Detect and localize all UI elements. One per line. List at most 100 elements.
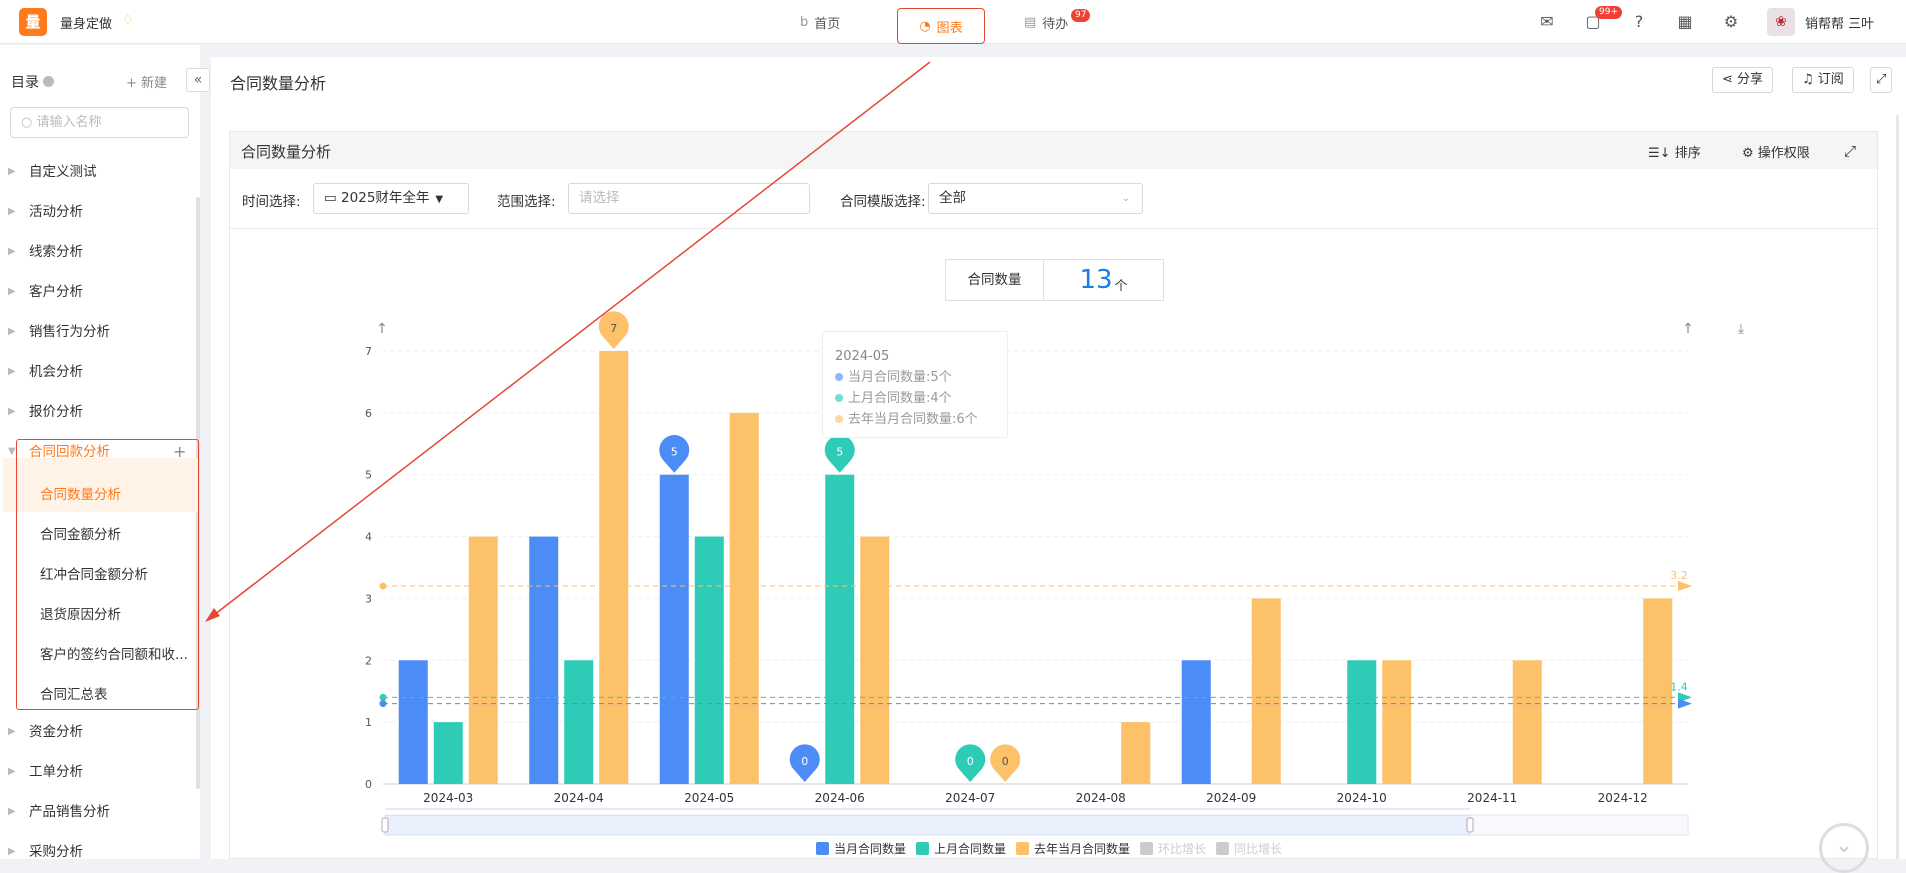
diamond-icon: ♢ (122, 13, 134, 28)
gear-icon: ⚙ (1742, 146, 1758, 161)
chevron-right-icon: ▶ (8, 846, 16, 857)
sidebar-item[interactable]: ▶ 报价分析 (0, 393, 198, 431)
legend-swatch (916, 842, 930, 855)
help-icon[interactable]: ? (1629, 12, 1649, 32)
kpi-value-box: 13 个 (1044, 260, 1163, 300)
tooltip-dot (835, 394, 843, 402)
tooltip-row-last-year: 去年当月合同数量:6个 (848, 412, 978, 427)
sidebar-item-label: 工单分析 (29, 764, 83, 780)
sidebar-item[interactable]: ▶ 资金分析 (0, 713, 198, 751)
legend-label: 去年当月合同数量 (1034, 842, 1131, 856)
nav-todo[interactable]: ▤ 待办 (1024, 0, 1068, 44)
legend-item-last-year[interactable]: 去年当月合同数量 (1016, 840, 1130, 857)
share-label: 分享 (1737, 72, 1764, 87)
permission-label: 操作权限 (1757, 146, 1810, 161)
todo-badge: 97 (1071, 9, 1091, 22)
chevron-right-icon: ▶ (8, 406, 16, 417)
kpi-label: 合同数量 (946, 260, 1044, 300)
range-placeholder: 请选择 (579, 190, 620, 206)
collapse-sidebar-button[interactable]: « (186, 68, 210, 92)
tooltip-row: 上月合同数量:4个 (835, 388, 1007, 409)
sidebar-item[interactable]: ▶ 工单分析 (0, 753, 198, 791)
sort-label: 排序 (1674, 146, 1701, 161)
calendar-icon: ▤ (1024, 14, 1037, 30)
chevron-down-icon: ▼ (435, 194, 444, 205)
apps-grid-icon[interactable]: ▦ (1675, 12, 1695, 32)
subscribe-button[interactable]: ♫ 订阅 (1792, 67, 1854, 93)
tooltip-row: 去年当月合同数量:6个 (835, 409, 1007, 430)
chevron-right-icon: ▶ (8, 286, 16, 297)
panel-header (230, 132, 1877, 169)
tooltip-row-last-month: 上月合同数量:4个 (848, 391, 952, 406)
sidebar-item[interactable]: ▶ 客户分析 (0, 273, 198, 311)
nav-home[interactable]: b 首页 (800, 0, 840, 44)
kpi-unit: 个 (1114, 278, 1128, 294)
legend-item-last-month[interactable]: 上月合同数量 (916, 840, 1006, 857)
tooltip-row: 当月合同数量:5个 (835, 367, 1007, 388)
chart-legend: 当月合同数量 上月合同数量 去年当月合同数量 环比增长 同比增长 (816, 840, 1282, 857)
home-icon: b (800, 14, 809, 30)
legend-item-mom[interactable]: 环比增长 (1140, 840, 1206, 857)
settings-gear-icon[interactable]: ⚙ (1721, 12, 1741, 32)
chart-panel (229, 131, 1878, 859)
sidebar-item-label: 产品销售分析 (29, 804, 110, 820)
chevron-right-icon: ▶ (8, 766, 16, 777)
app-name[interactable]: 量身定做 (60, 13, 112, 32)
calendar-small-icon: ▭ (324, 190, 342, 206)
sidebar-item-label: 线索分析 (29, 244, 83, 260)
app-logo[interactable]: 量 (19, 8, 47, 36)
tooltip-date: 2024-05 (835, 349, 890, 364)
nav-home-label: 首页 (814, 16, 841, 32)
legend-swatch (816, 842, 829, 855)
sidebar-item[interactable]: ▶ 销售行为分析 (0, 313, 198, 351)
chevron-right-icon: ▶ (8, 206, 16, 217)
sidebar-item[interactable]: ▶ 线索分析 (0, 233, 198, 271)
sidebar-item-label: 资金分析 (29, 724, 83, 740)
main-scrollbar[interactable] (1896, 115, 1899, 859)
plus-icon: + (126, 76, 142, 91)
legend-item-current[interactable]: 当月合同数量 (816, 840, 906, 857)
share-button[interactable]: ⋖ 分享 (1712, 67, 1774, 93)
legend-label: 同比增长 (1234, 842, 1283, 856)
nav-chart[interactable]: ◔ 图表 (897, 8, 985, 44)
permission-button[interactable]: ⚙ 操作权限 (1742, 142, 1810, 161)
avatar[interactable]: ❀ (1767, 8, 1795, 36)
legend-swatch (1016, 842, 1030, 855)
sidebar-item[interactable]: ▶ 产品销售分析 (0, 793, 198, 831)
sort-icon: ☰↓ (1648, 146, 1675, 161)
panel-fullscreen-icon[interactable]: ⤢ (1844, 142, 1856, 160)
time-filter-label: 时间选择: (242, 194, 301, 210)
sidebar-item-label: 自定义测试 (29, 164, 97, 180)
template-select-value: 全部 (939, 190, 966, 206)
mail-icon[interactable]: ✉ (1537, 12, 1557, 32)
subscribe-label: 订阅 (1817, 72, 1844, 87)
fullscreen-icon: ⤢ (1876, 72, 1887, 87)
chevron-right-icon: ▶ (8, 326, 16, 337)
share-icon: ⋖ (1722, 72, 1738, 87)
sidebar-item[interactable]: ▶ 采购分析 (0, 833, 198, 871)
info-icon[interactable] (43, 76, 54, 87)
template-select[interactable]: 全部 ⌄ (928, 183, 1143, 214)
legend-item-yoy[interactable]: 同比增长 (1216, 840, 1282, 857)
time-select-value: 2025财年全年 (341, 190, 430, 206)
nav-chart-label: 图表 (936, 20, 963, 36)
range-select[interactable]: 请选择 (568, 183, 810, 214)
chevron-down-icon: ▼ (8, 446, 16, 457)
sidebar-item[interactable]: ▶ 机会分析 (0, 353, 198, 391)
scroll-down-icon[interactable]: ⌄ (1819, 823, 1869, 873)
bell-icon: ♫ (1802, 72, 1818, 87)
sidebar-search-input[interactable]: ○ 请输入名称 (10, 107, 189, 138)
fullscreen-page-button[interactable]: ⤢ (1870, 67, 1893, 93)
tooltip-dot (835, 415, 843, 423)
user-name[interactable]: 销帮帮 三叶 (1805, 13, 1874, 32)
sidebar-item-label: 机会分析 (29, 364, 83, 380)
sidebar-item[interactable]: ▶ 活动分析 (0, 193, 198, 231)
annotation-highlight-box (16, 439, 199, 710)
chevron-right-icon: ▶ (8, 366, 16, 377)
sidebar-item[interactable]: ▶ 自定义测试 (0, 153, 198, 191)
sidebar-item-label: 客户分析 (29, 284, 83, 300)
sort-button[interactable]: ☰↓ 排序 (1648, 142, 1701, 161)
time-select[interactable]: ▭ 2025财年全年 ▼ (313, 183, 469, 214)
chart-icon: ◔ (919, 18, 931, 34)
new-button[interactable]: + 新建 (126, 72, 167, 91)
